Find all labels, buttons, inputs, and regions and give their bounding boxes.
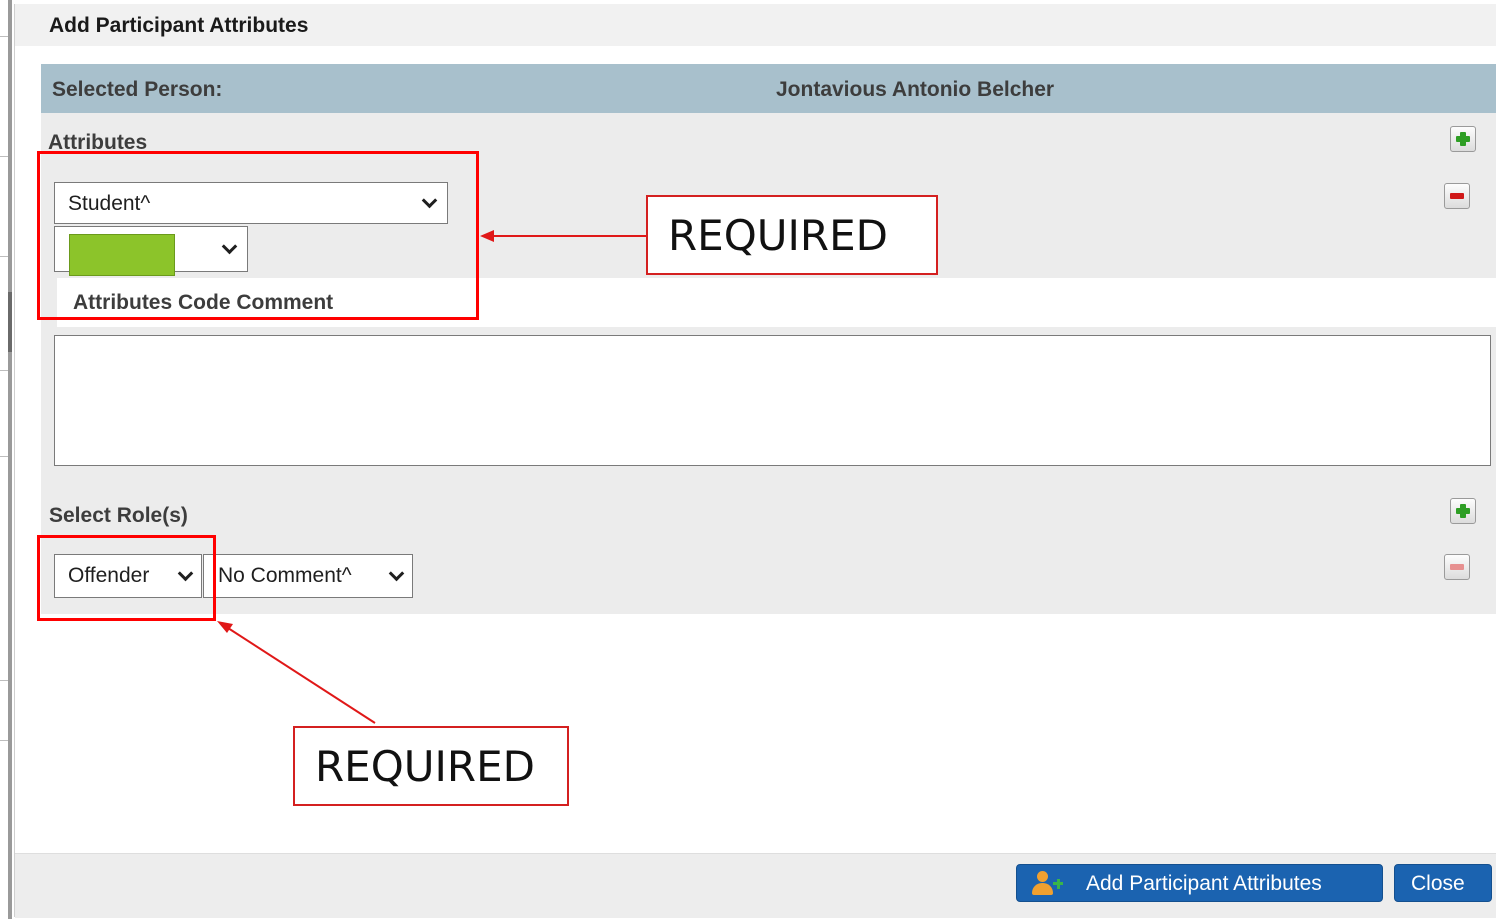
- plus-icon: [1456, 504, 1470, 518]
- required-highlight-attributes: [37, 151, 479, 320]
- chevron-down-icon: [387, 567, 405, 585]
- required-callout-text: REQUIRED: [668, 211, 888, 260]
- divider: [0, 740, 8, 741]
- role-comment-select-value: No Comment^: [218, 564, 352, 587]
- divider: [0, 370, 8, 371]
- plus-icon: [1456, 132, 1470, 146]
- selected-person-bar: Selected Person: Jontavious Antonio Belc…: [41, 64, 1496, 113]
- required-callout-text: REQUIRED: [315, 742, 535, 791]
- remove-attribute-button[interactable]: [1444, 183, 1470, 209]
- close-button[interactable]: Close: [1394, 864, 1492, 902]
- add-attribute-button[interactable]: [1450, 126, 1476, 152]
- required-highlight-role: [37, 535, 216, 621]
- divider: [0, 156, 8, 157]
- add-participant-attributes-dialog: Add Participant Attributes Selected Pers…: [14, 4, 1496, 918]
- divider: [0, 36, 8, 37]
- required-callout-role: REQUIRED: [293, 726, 569, 806]
- remove-role-button[interactable]: [1444, 554, 1470, 580]
- attributes-code-comment-textarea[interactable]: [54, 335, 1491, 466]
- selected-person-name: Jontavious Antonio Belcher: [776, 78, 1055, 101]
- minus-icon: [1450, 193, 1464, 199]
- scrollbar-track: [8, 0, 12, 919]
- add-participant-attributes-label: Add Participant Attributes: [1086, 872, 1322, 895]
- divider: [0, 456, 8, 457]
- scrollbar-thumb[interactable]: [8, 292, 12, 352]
- dialog-footer: Add Participant Attributes Close: [15, 853, 1496, 918]
- dialog-title-bar[interactable]: Add Participant Attributes: [15, 4, 1496, 46]
- background-page-edge: [0, 0, 12, 919]
- required-callout-attributes: REQUIRED: [646, 195, 938, 275]
- role-comment-select[interactable]: No Comment^: [203, 554, 413, 598]
- minus-icon: [1450, 564, 1464, 570]
- close-button-label: Close: [1411, 872, 1465, 895]
- dialog-content: Selected Person: Jontavious Antonio Belc…: [41, 64, 1496, 614]
- people-add-icon: [1031, 871, 1065, 897]
- add-participant-attributes-button[interactable]: Add Participant Attributes: [1016, 864, 1383, 902]
- selected-person-label: Selected Person:: [52, 78, 223, 101]
- select-roles-heading: Select Role(s): [49, 504, 188, 527]
- divider: [0, 256, 8, 257]
- divider: [0, 680, 8, 681]
- add-role-button[interactable]: [1450, 498, 1476, 524]
- dialog-title: Add Participant Attributes: [49, 14, 309, 37]
